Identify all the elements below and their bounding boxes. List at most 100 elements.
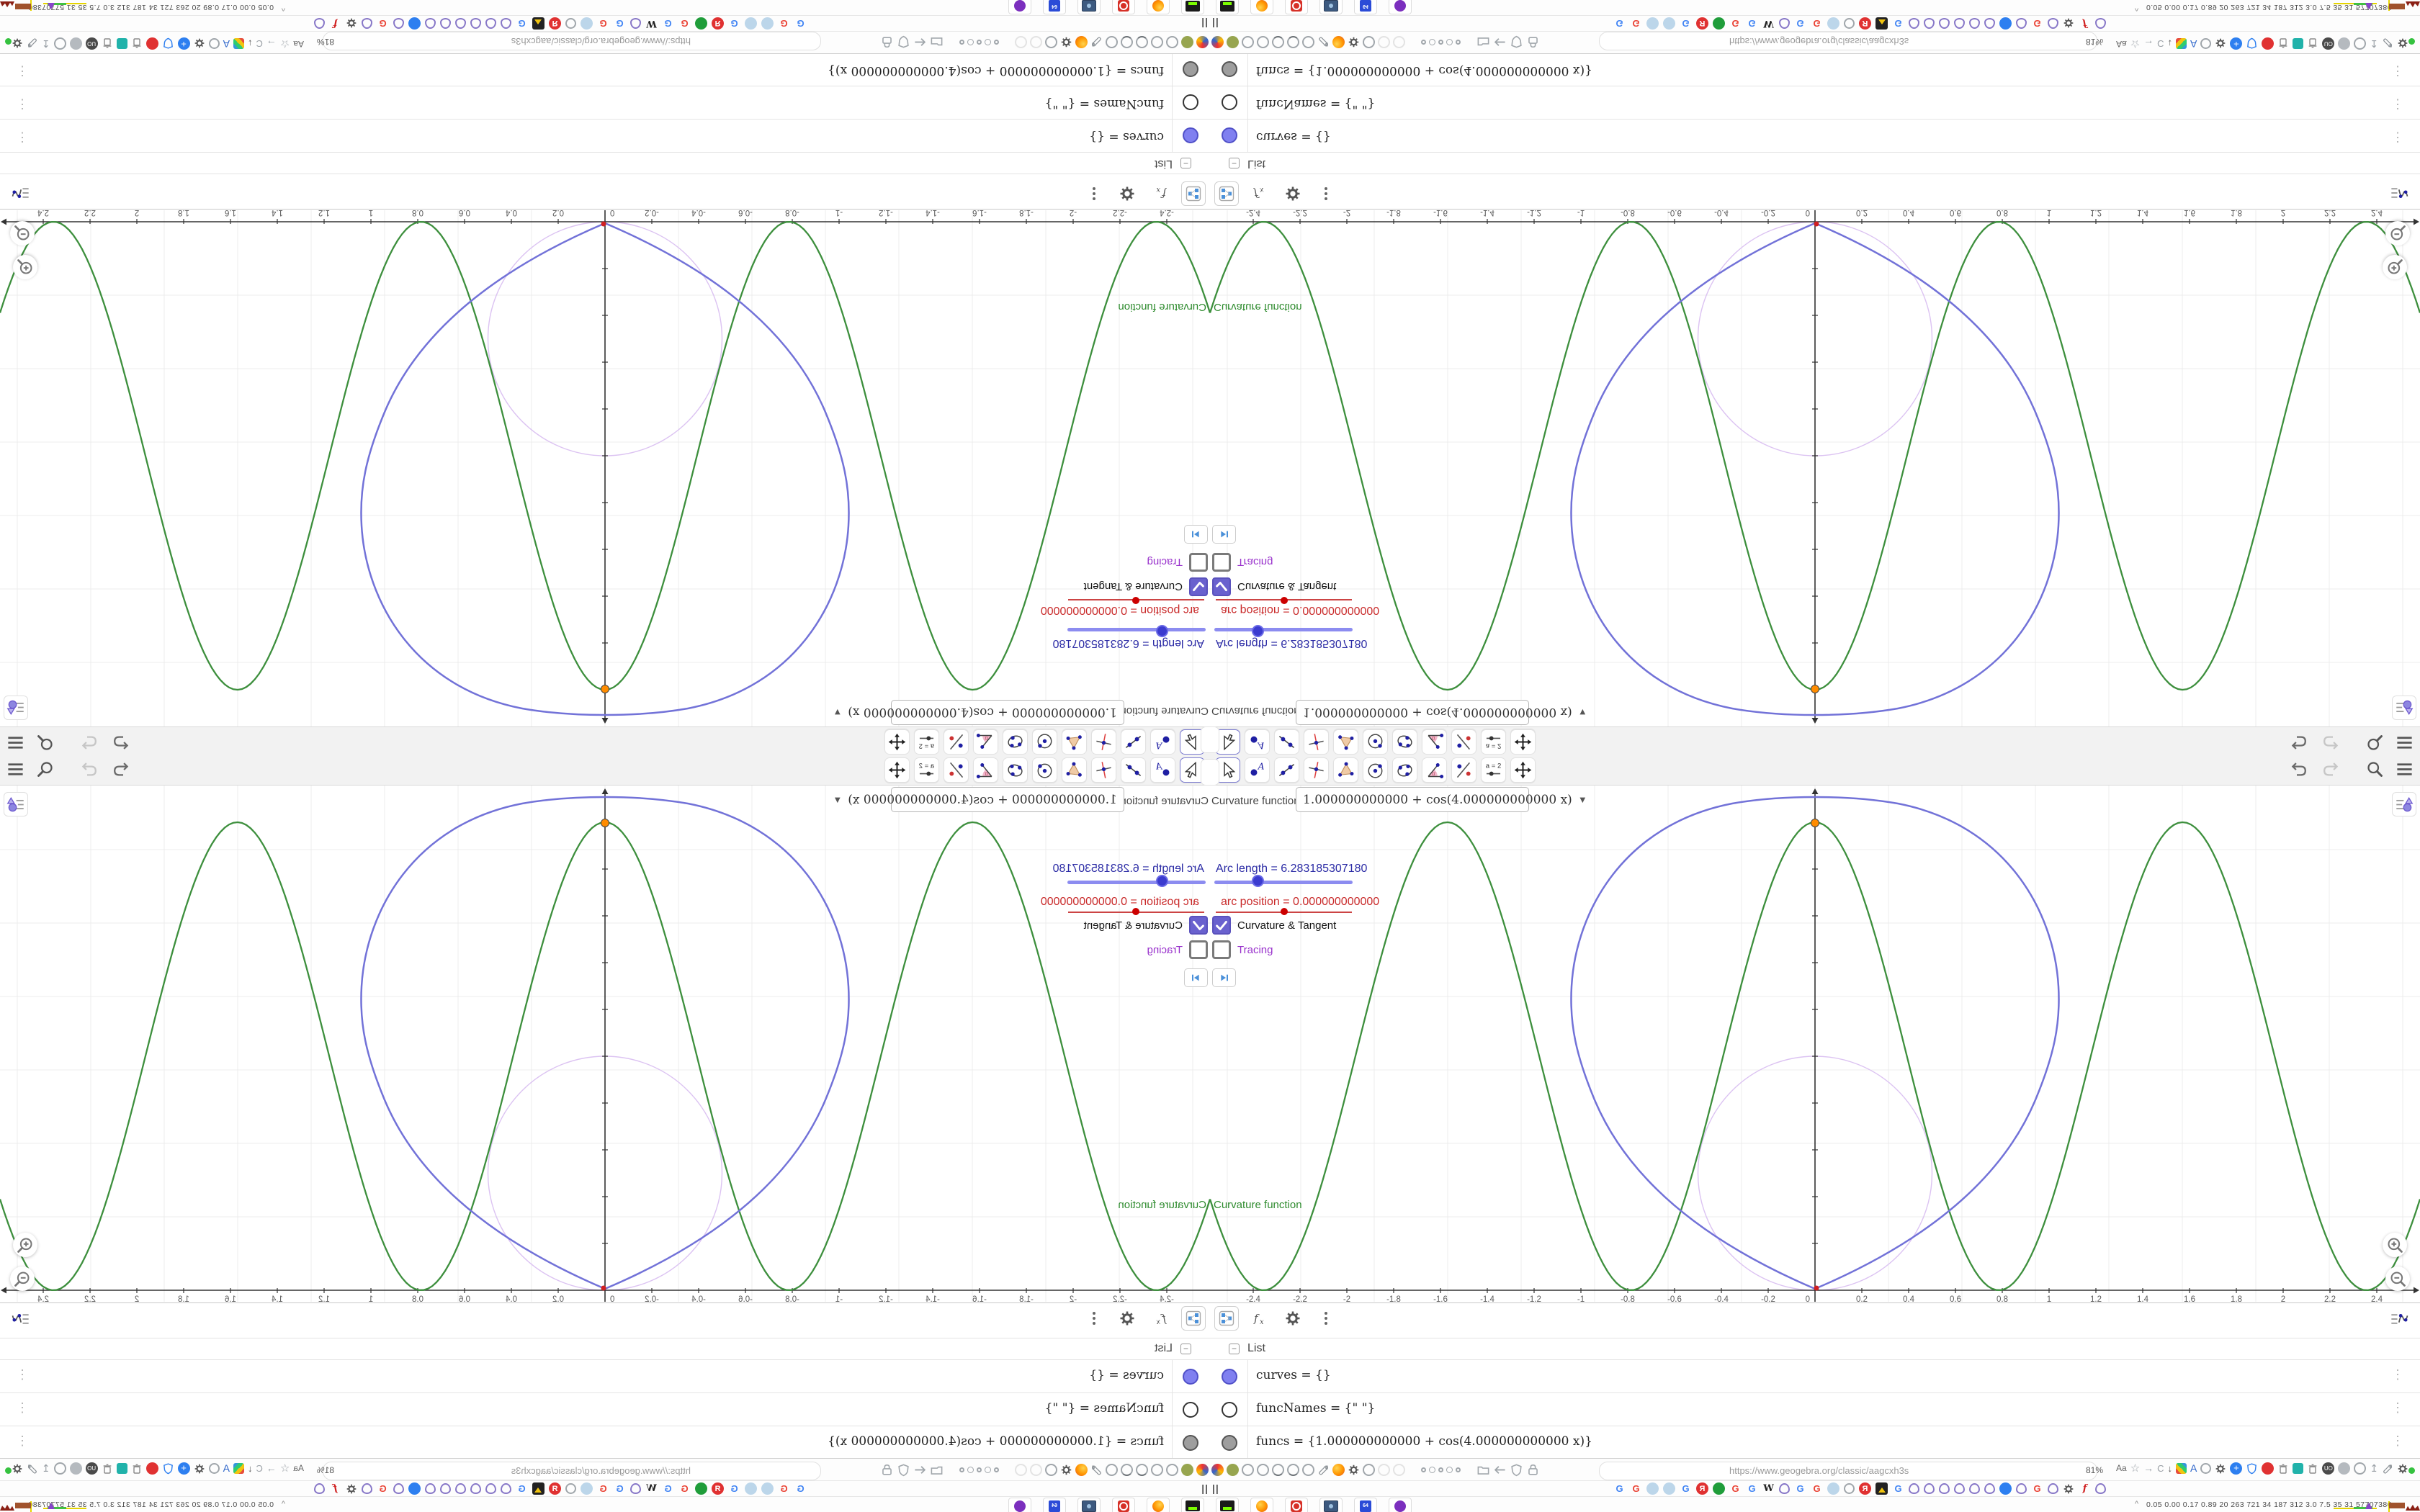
favicon-flower[interactable]: [1954, 1483, 1965, 1494]
tool-point[interactable]: A: [1245, 729, 1270, 755]
lock-icon[interactable]: [880, 35, 894, 49]
folder-icon[interactable]: [930, 1463, 944, 1477]
favicon-info[interactable]: [1844, 1483, 1855, 1494]
graph-canvas[interactable]: -2.4 -2.2 -2 -1.8 -1.6 -1.4 -1.2 -1 -0.8 -0.6 -0.4…: [1210, 210, 2420, 727]
tool-point[interactable]: A: [1245, 757, 1270, 783]
small-dot-icon[interactable]: [977, 1467, 982, 1472]
favicon-google[interactable]: G: [678, 1482, 691, 1495]
ext-info-icon[interactable]: [208, 38, 220, 49]
shield-icon[interactable]: [897, 35, 910, 49]
back-arrow-icon[interactable]: [913, 1463, 927, 1477]
favicon-flower[interactable]: [470, 18, 481, 29]
favicon-google[interactable]: G: [614, 17, 626, 30]
ext-gear-icon[interactable]: [194, 38, 205, 50]
ghost-icon[interactable]: [1393, 36, 1405, 48]
ext-record-icon[interactable]: [145, 37, 158, 50]
ext-wrench-icon[interactable]: [27, 38, 38, 50]
ext-Aa-icon[interactable]: Aa: [293, 1462, 304, 1475]
tool-perpendicular-line[interactable]: [1304, 729, 1329, 755]
favicon-photos[interactable]: [1876, 17, 1888, 30]
gauge-icon[interactable]: [1272, 1464, 1284, 1476]
taskbar-app-monitor[interactable]: [1077, 0, 1101, 14]
dropdown-icon[interactable]: ▼: [1578, 707, 1587, 718]
firefox-icon[interactable]: [1075, 1464, 1088, 1476]
favicon-google[interactable]: G: [614, 1482, 626, 1495]
tool-circle-center-point[interactable]: [1032, 729, 1057, 755]
small-dot-icon[interactable]: [994, 1467, 999, 1472]
ext-shield-icon[interactable]: [2246, 37, 2258, 50]
tool-circle-center-point[interactable]: [1032, 757, 1057, 783]
sort-objects-button[interactable]: [2390, 183, 2410, 203]
favicon-google[interactable]: G: [1892, 17, 1904, 30]
favicon-flower[interactable]: [501, 18, 511, 29]
layout-button[interactable]: [1214, 181, 1239, 206]
favicon-flower[interactable]: [1969, 1483, 1980, 1494]
dropdown-icon[interactable]: ▼: [833, 707, 842, 718]
ext-trash-icon[interactable]: [2307, 38, 2318, 50]
visibility-toggle[interactable]: [1222, 127, 1237, 143]
ext-wrench-icon[interactable]: [27, 1463, 38, 1475]
row-menu-icon[interactable]: ⋮: [2391, 1434, 2404, 1449]
tool-reflect[interactable]: [944, 757, 969, 783]
gear-icon[interactable]: [1348, 1464, 1360, 1476]
visibility-toggle[interactable]: [1222, 94, 1237, 110]
gear-icon[interactable]: [1348, 36, 1360, 48]
gauge-icon[interactable]: [1121, 36, 1133, 48]
collapse-toggle[interactable]: −: [1229, 1344, 1240, 1354]
favicon-yandex[interactable]: Я: [1696, 17, 1708, 30]
ext-refresh-icon[interactable]: C: [256, 1462, 262, 1475]
sort-objects-button[interactable]: [10, 1309, 30, 1329]
step-forward-button[interactable]: [1184, 968, 1208, 987]
settings-button[interactable]: [1281, 1306, 1305, 1331]
algebra-row-curves[interactable]: curves = {} ⋮: [1210, 1359, 2420, 1393]
favicon-flower[interactable]: [1939, 1483, 1950, 1494]
visibility-toggle[interactable]: [1183, 127, 1198, 143]
tool-perpendicular-line[interactable]: [1091, 757, 1116, 783]
row-menu-icon[interactable]: ⋮: [2391, 1400, 2404, 1416]
row-menu-icon[interactable]: ⋮: [16, 63, 29, 78]
favicon-google[interactable]: G: [597, 1482, 609, 1495]
settings-button[interactable]: [1115, 181, 1139, 206]
algebra-row-curves[interactable]: curves = {} ⋮: [1210, 119, 2420, 153]
favicon-flower[interactable]: [314, 18, 325, 29]
list-section-header[interactable]: − List: [1210, 1338, 2420, 1360]
taskbar-app-red-gear[interactable]: [1112, 1498, 1135, 1512]
layout-button[interactable]: [1181, 181, 1206, 206]
row-menu-icon[interactable]: ⋮: [2391, 1367, 2404, 1382]
ext-info-icon[interactable]: [2200, 38, 2212, 49]
olive-icon[interactable]: [1227, 36, 1239, 48]
search-button[interactable]: [35, 733, 55, 752]
shield-icon[interactable]: [897, 1463, 910, 1477]
tool-polygon[interactable]: [1333, 757, 1358, 783]
algebra-row-funcnames[interactable]: funcNames = {" "} ⋮: [1210, 86, 2420, 120]
ext-uo-icon[interactable]: UO: [85, 37, 98, 50]
url-bar[interactable]: https://www.geogebra.org/classic/aagcxh3…: [1599, 1462, 2097, 1480]
ext-globe-icon[interactable]: [2354, 1462, 2367, 1475]
ext-download-icon[interactable]: ↓: [2168, 1462, 2173, 1475]
favicon-google[interactable]: G: [1746, 17, 1758, 30]
favicon-blue[interactable]: [1999, 17, 2012, 30]
favicon-gear[interactable]: [2063, 1483, 2074, 1495]
graph-canvas[interactable]: -2.4 -2.2 -2 -1.8 -1.6 -1.4 -1.2 -1 -0.8 -0.6 -0.4…: [1210, 785, 2420, 1302]
visibility-toggle[interactable]: [1183, 94, 1198, 110]
ghost-icon[interactable]: [1030, 36, 1042, 48]
taskbar-app-floppy64[interactable]: 64: [1354, 0, 1377, 14]
favicon-pale[interactable]: [745, 17, 757, 30]
ext-uo-icon[interactable]: UO: [2322, 37, 2335, 50]
algebra-row-funcs[interactable]: funcs = {1.000000000000 + cos(4.00000000…: [1210, 53, 2420, 86]
favicon-pale[interactable]: [761, 1482, 774, 1495]
taskbar-app-terminal[interactable]: [1181, 1498, 1204, 1512]
favicon-flower[interactable]: [1984, 1483, 1995, 1494]
ext-A-blue-icon[interactable]: A: [223, 1462, 230, 1475]
ext-gear-icon[interactable]: [2215, 38, 2226, 50]
ext-download-icon[interactable]: ↓: [248, 1462, 253, 1475]
favicon-yandex[interactable]: Я: [712, 17, 724, 30]
small-ring-icon[interactable]: [1446, 1467, 1453, 1473]
tracing-checkbox[interactable]: [1212, 940, 1231, 959]
ext-trash-icon[interactable]: [102, 1463, 113, 1475]
taskbar-app-floppy64[interactable]: 64: [1043, 1498, 1066, 1512]
tool-slider[interactable]: a = 2: [914, 757, 939, 783]
ext-teal-icon[interactable]: [116, 38, 127, 49]
globe-icon[interactable]: [1302, 1464, 1314, 1476]
small-dot-icon[interactable]: [1456, 40, 1461, 45]
